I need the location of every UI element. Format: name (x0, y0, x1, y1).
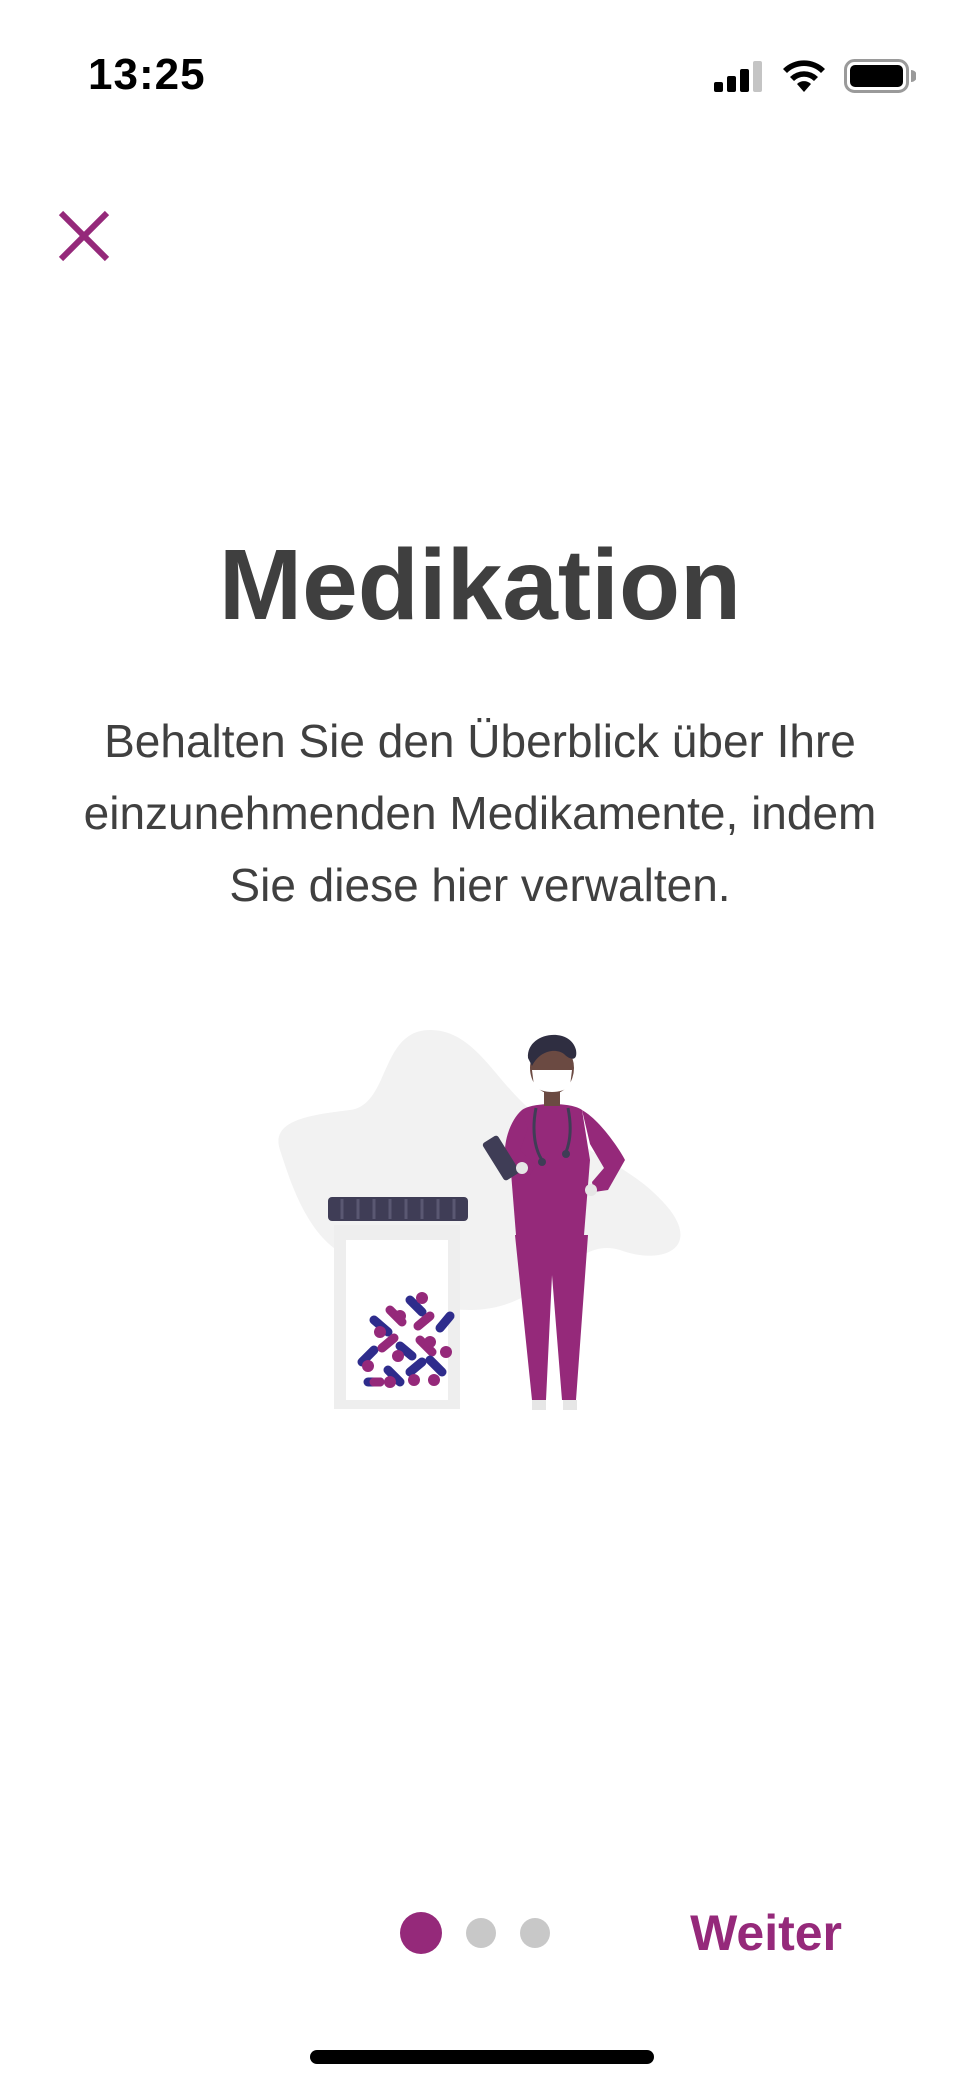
cellular-signal-icon (714, 61, 762, 92)
battery-icon (844, 59, 916, 93)
page-title: Medikation (218, 529, 742, 641)
status-time: 13:25 (88, 50, 206, 99)
next-button[interactable]: Weiter (690, 1904, 842, 1962)
status-bar: 13:25 (0, 0, 960, 150)
wifi-icon (783, 60, 825, 92)
page-description: Behalten Sie den Überblick über Ihre ein… (83, 715, 877, 911)
page-indicator (400, 1912, 550, 1954)
status-icons (714, 54, 916, 98)
doctor-medication-illustration (270, 1010, 690, 1412)
page-dot[interactable] (520, 1918, 550, 1948)
page-dot[interactable] (466, 1918, 496, 1948)
page-dot-active[interactable] (400, 1912, 442, 1954)
close-icon (58, 210, 110, 262)
close-button[interactable] (48, 200, 120, 272)
home-indicator[interactable] (310, 2050, 654, 2064)
